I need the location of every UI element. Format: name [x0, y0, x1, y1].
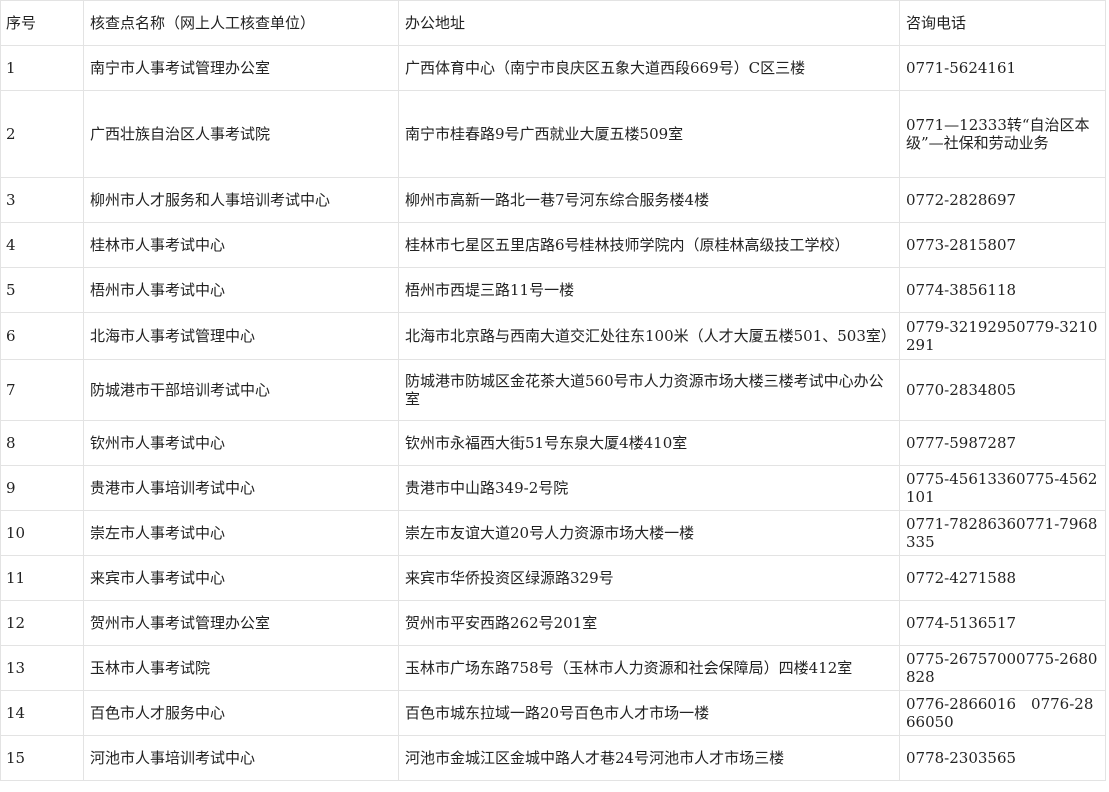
row-phone: 0776-2866016 0776-2866050: [899, 690, 1106, 736]
row-phone: 0771—12333转“自治区本级”—社保和劳动业务: [899, 90, 1106, 178]
row-index: 9: [0, 465, 84, 511]
row-phone: 0770-2834805: [899, 359, 1106, 421]
table-row: 3 柳州市人才服务和人事培训考试中心 柳州市高新一路北一巷7号河东综合服务楼4楼…: [0, 177, 1106, 223]
row-address: 北海市北京路与西南大道交汇处往东100米（人才大厦五楼501、503室）: [398, 312, 900, 360]
row-phone: 0775-26757000775-2680828: [899, 645, 1106, 691]
row-site-name: 南宁市人事考试管理办公室: [83, 45, 399, 91]
table-row: 7 防城港市干部培训考试中心 防城港市防城区金花茶大道560号市人力资源市场大楼…: [0, 359, 1106, 421]
table-row: 15 河池市人事培训考试中心 河池市金城江区金城中路人才巷24号河池市人才市场三…: [0, 735, 1106, 781]
table-row: 14 百色市人才服务中心 百色市城东拉域一路20号百色市人才市场一楼 0776-…: [0, 690, 1106, 736]
row-phone: 0777-5987287: [899, 420, 1106, 466]
row-site-name: 来宾市人事考试中心: [83, 555, 399, 601]
row-site-name: 贺州市人事考试管理办公室: [83, 600, 399, 646]
row-site-name: 玉林市人事考试院: [83, 645, 399, 691]
row-address: 防城港市防城区金花茶大道560号市人力资源市场大楼三楼考试中心办公室: [398, 359, 900, 421]
row-address: 贺州市平安西路262号201室: [398, 600, 900, 646]
table-row: 2 广西壮族自治区人事考试院 南宁市桂春路9号广西就业大厦五楼509室 0771…: [0, 90, 1106, 178]
row-site-name: 钦州市人事考试中心: [83, 420, 399, 466]
table-header-row: 序号 核查点名称（网上人工核查单位） 办公地址 咨询电话: [0, 0, 1106, 46]
row-address: 崇左市友谊大道20号人力资源市场大楼一楼: [398, 510, 900, 556]
row-site-name: 百色市人才服务中心: [83, 690, 399, 736]
row-site-name: 防城港市干部培训考试中心: [83, 359, 399, 421]
table-row: 1 南宁市人事考试管理办公室 广西体育中心（南宁市良庆区五象大道西段669号）C…: [0, 45, 1106, 91]
row-phone: 0775-45613360775-4562101: [899, 465, 1106, 511]
row-address: 梧州市西堤三路11号一楼: [398, 267, 900, 313]
row-address: 来宾市华侨投资区绿源路329号: [398, 555, 900, 601]
row-site-name: 梧州市人事考试中心: [83, 267, 399, 313]
row-index: 10: [0, 510, 84, 556]
table-row: 8 钦州市人事考试中心 钦州市永福西大街51号东泉大厦4楼410室 0777-5…: [0, 420, 1106, 466]
header-site-name: 核查点名称（网上人工核查单位）: [83, 0, 399, 46]
row-phone: 0772-4271588: [899, 555, 1106, 601]
header-index: 序号: [0, 0, 84, 46]
table-row: 10 崇左市人事考试中心 崇左市友谊大道20号人力资源市场大楼一楼 0771-7…: [0, 510, 1106, 556]
row-index: 15: [0, 735, 84, 781]
row-site-name: 桂林市人事考试中心: [83, 222, 399, 268]
row-address: 广西体育中心（南宁市良庆区五象大道西段669号）C区三楼: [398, 45, 900, 91]
row-phone: 0778-2303565: [899, 735, 1106, 781]
row-address: 百色市城东拉域一路20号百色市人才市场一楼: [398, 690, 900, 736]
table-row: 13 玉林市人事考试院 玉林市广场东路758号（玉林市人力资源和社会保障局）四楼…: [0, 645, 1106, 691]
row-phone: 0779-32192950779-3210291: [899, 312, 1106, 360]
row-index: 14: [0, 690, 84, 736]
row-phone: 0773-2815807: [899, 222, 1106, 268]
table-row: 12 贺州市人事考试管理办公室 贺州市平安西路262号201室 0774-513…: [0, 600, 1106, 646]
row-address: 南宁市桂春路9号广西就业大厦五楼509室: [398, 90, 900, 178]
row-phone: 0771-5624161: [899, 45, 1106, 91]
row-site-name: 崇左市人事考试中心: [83, 510, 399, 556]
row-address: 河池市金城江区金城中路人才巷24号河池市人才市场三楼: [398, 735, 900, 781]
row-index: 1: [0, 45, 84, 91]
row-index: 11: [0, 555, 84, 601]
row-index: 2: [0, 90, 84, 178]
row-site-name: 广西壮族自治区人事考试院: [83, 90, 399, 178]
row-address: 钦州市永福西大街51号东泉大厦4楼410室: [398, 420, 900, 466]
row-phone: 0774-3856118: [899, 267, 1106, 313]
row-index: 8: [0, 420, 84, 466]
row-site-name: 柳州市人才服务和人事培训考试中心: [83, 177, 399, 223]
table-row: 4 桂林市人事考试中心 桂林市七星区五里店路6号桂林技师学院内（原桂林高级技工学…: [0, 222, 1106, 268]
table-row: 5 梧州市人事考试中心 梧州市西堤三路11号一楼 0774-3856118: [0, 267, 1106, 313]
row-index: 3: [0, 177, 84, 223]
header-phone: 咨询电话: [899, 0, 1106, 46]
row-address: 贵港市中山路349-2号院: [398, 465, 900, 511]
table-row: 9 贵港市人事培训考试中心 贵港市中山路349-2号院 0775-4561336…: [0, 465, 1106, 511]
row-site-name: 北海市人事考试管理中心: [83, 312, 399, 360]
row-address: 玉林市广场东路758号（玉林市人力资源和社会保障局）四楼412室: [398, 645, 900, 691]
row-index: 6: [0, 312, 84, 360]
row-address: 桂林市七星区五里店路6号桂林技师学院内（原桂林高级技工学校）: [398, 222, 900, 268]
row-phone: 0771-78286360771-7968335: [899, 510, 1106, 556]
row-address: 柳州市高新一路北一巷7号河东综合服务楼4楼: [398, 177, 900, 223]
row-index: 13: [0, 645, 84, 691]
verification-sites-table: 序号 核查点名称（网上人工核查单位） 办公地址 咨询电话 1 南宁市人事考试管理…: [0, 0, 1106, 781]
table-row: 6 北海市人事考试管理中心 北海市北京路与西南大道交汇处往东100米（人才大厦五…: [0, 312, 1106, 360]
row-index: 7: [0, 359, 84, 421]
row-phone: 0772-2828697: [899, 177, 1106, 223]
row-site-name: 河池市人事培训考试中心: [83, 735, 399, 781]
row-phone: 0774-5136517: [899, 600, 1106, 646]
header-address: 办公地址: [398, 0, 900, 46]
row-index: 12: [0, 600, 84, 646]
row-index: 5: [0, 267, 84, 313]
table-row: 11 来宾市人事考试中心 来宾市华侨投资区绿源路329号 0772-427158…: [0, 555, 1106, 601]
row-site-name: 贵港市人事培训考试中心: [83, 465, 399, 511]
row-index: 4: [0, 222, 84, 268]
